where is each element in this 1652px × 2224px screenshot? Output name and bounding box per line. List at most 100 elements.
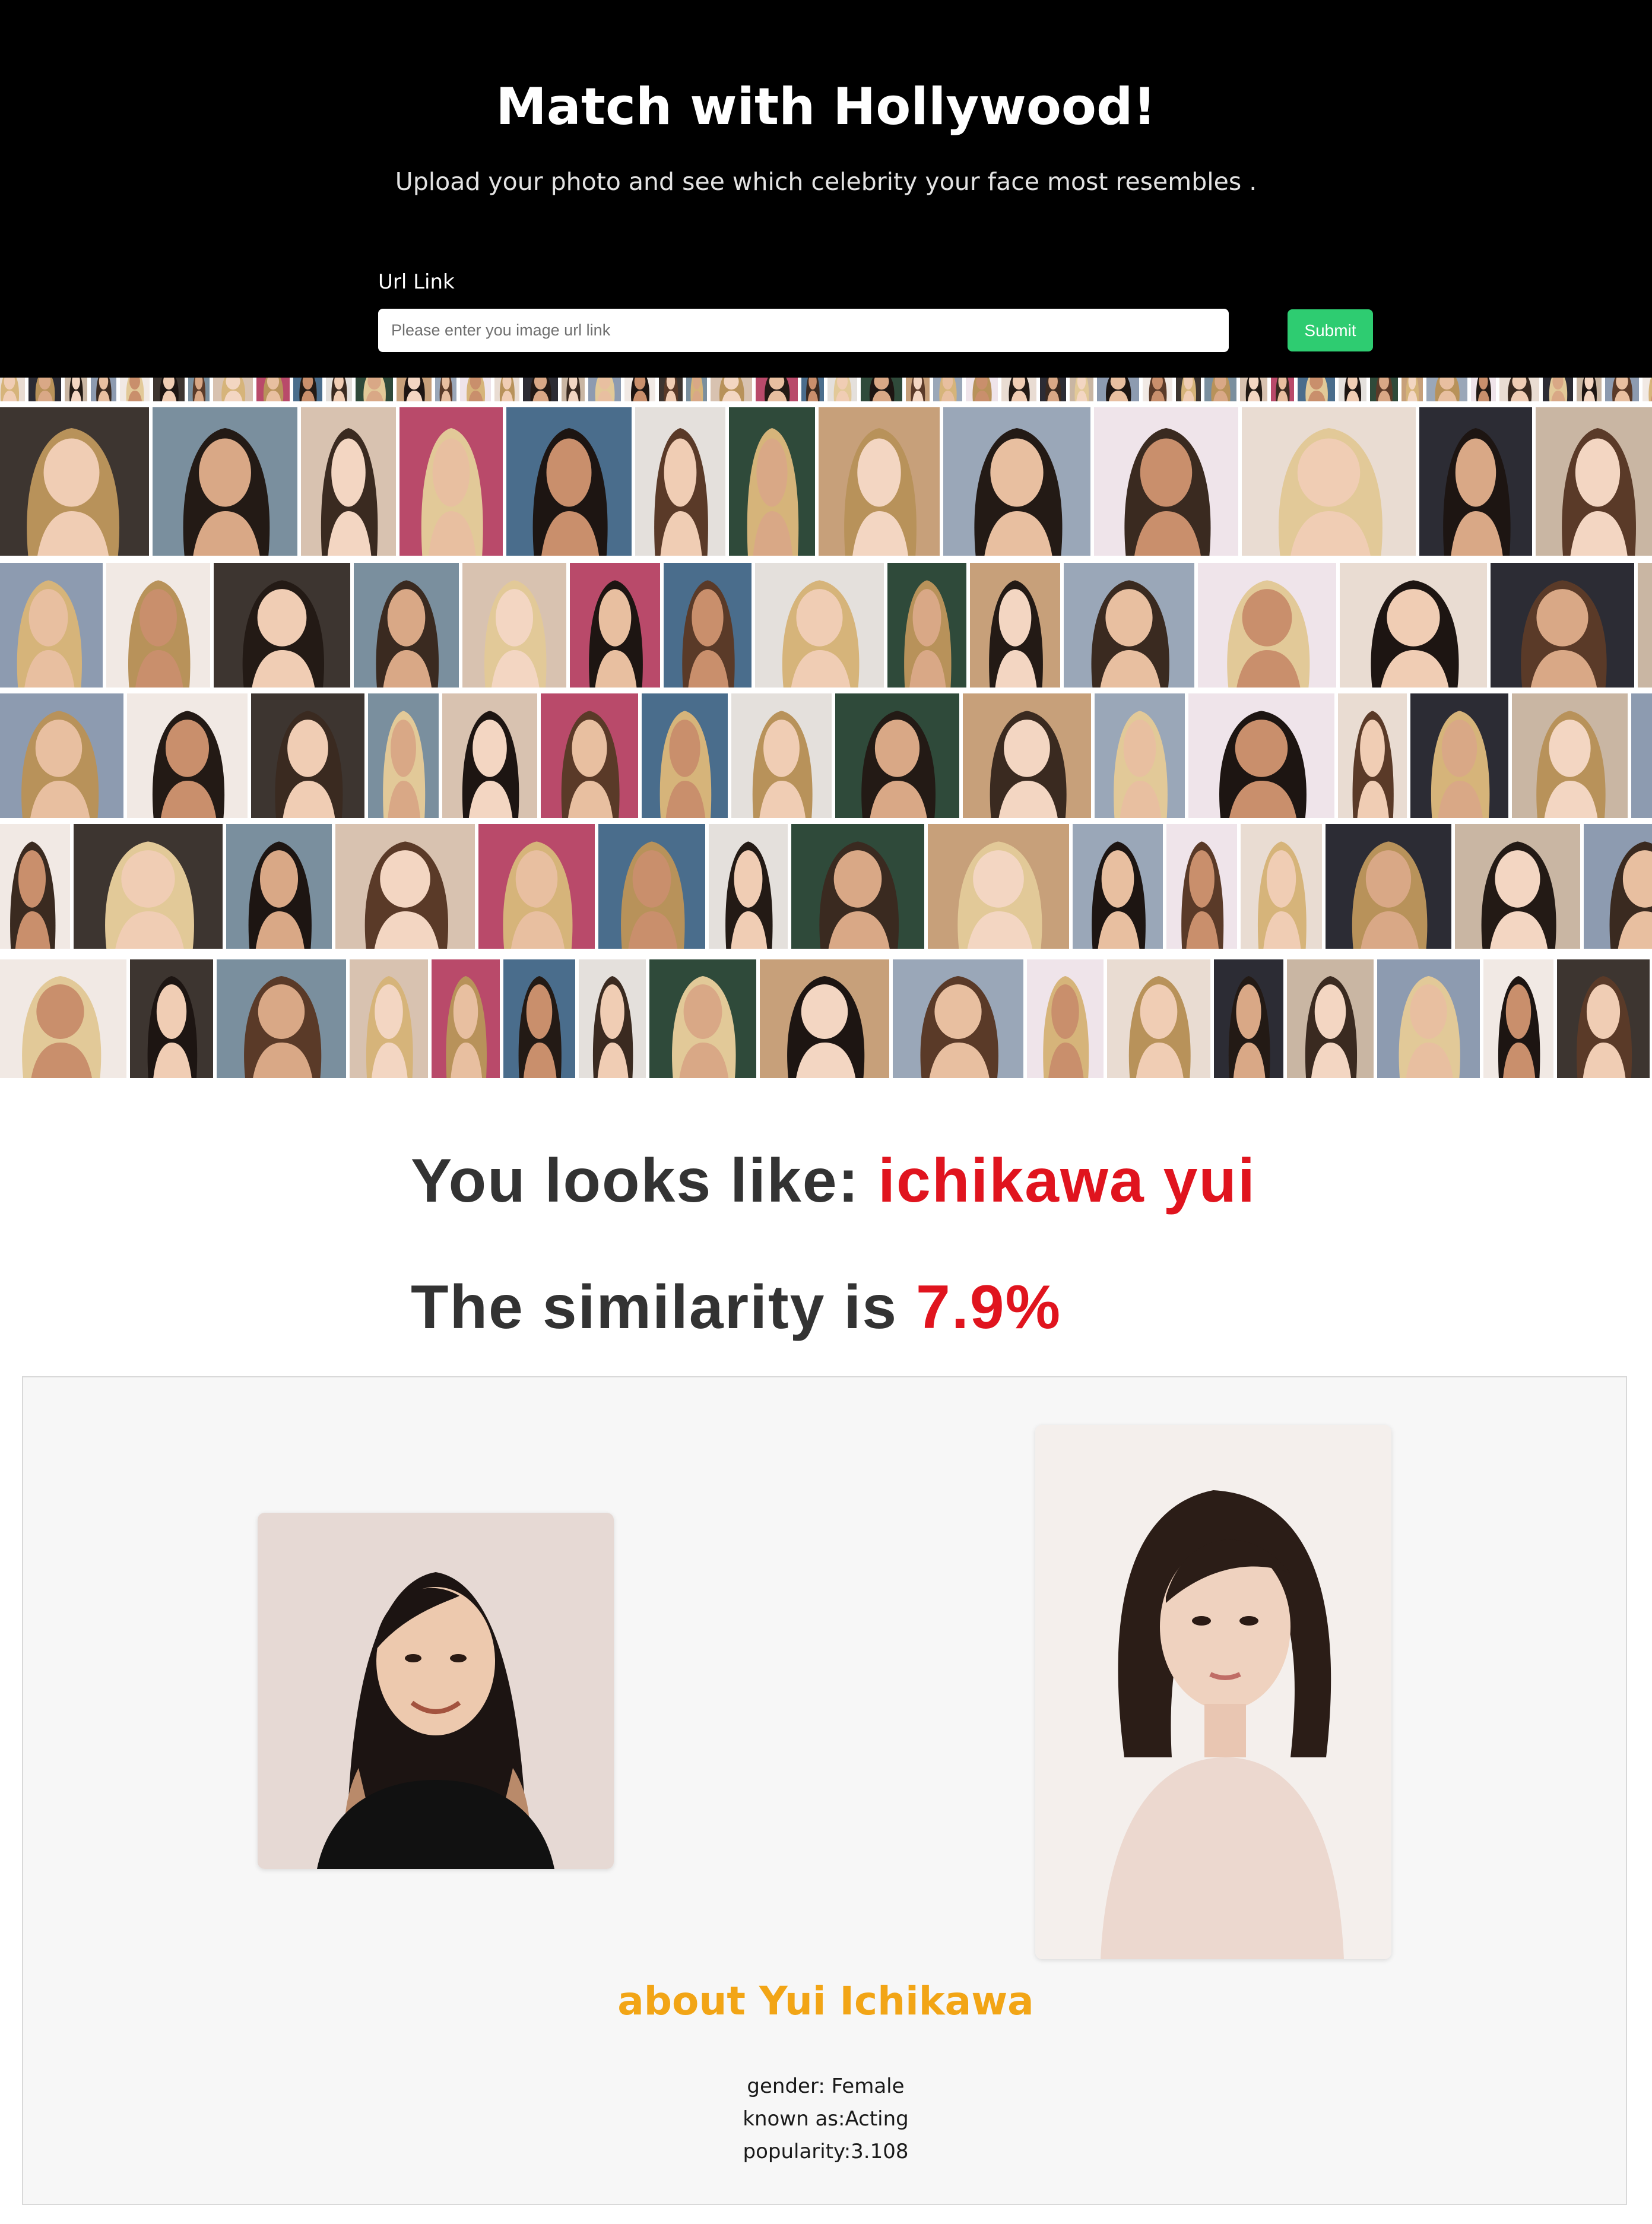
collage-photo: [1166, 824, 1237, 949]
collage-photo: [0, 563, 103, 688]
collage-photo: [1214, 959, 1283, 1078]
similarity-line: The similarity is 7.9%: [411, 1272, 1061, 1343]
collage-photo: [827, 378, 857, 401]
collage-photo: [251, 693, 364, 818]
collage-photo: [1410, 693, 1508, 818]
collage-photo: [966, 378, 998, 401]
collage-photo: [503, 959, 575, 1078]
collage-photo: [861, 378, 902, 401]
collage-photo: [0, 693, 123, 818]
collage-photo: [729, 407, 815, 556]
collage-photo: [570, 563, 660, 688]
collage-photo: [1471, 378, 1496, 401]
collage-photo: [1455, 824, 1580, 949]
collage-photo: [1198, 563, 1336, 688]
collage-photo: [1419, 407, 1532, 556]
collage-photo: [1298, 378, 1335, 401]
info-known-as: known as:Acting: [743, 2107, 909, 2131]
collage-photo: [65, 378, 87, 401]
collage-photo: [326, 378, 352, 401]
collage-photo: [1483, 959, 1553, 1078]
collage-photo: [1070, 378, 1093, 401]
collage-photo: [188, 378, 210, 401]
collage-photo: [1040, 378, 1066, 401]
collage-photo: [0, 959, 126, 1078]
page-subtitle: Upload your photo and see which celebrit…: [395, 167, 1257, 196]
collage-photo: [835, 693, 959, 818]
collage-photo: [1557, 959, 1650, 1078]
collage-photo: [120, 378, 150, 401]
match-result-line: You looks like: ichikawa yui: [411, 1146, 1256, 1216]
collage-photo: [106, 563, 210, 688]
collage-photo: [153, 407, 297, 556]
collage-photo: [442, 693, 537, 818]
collage-photo: [0, 407, 149, 556]
collage-photo: [887, 563, 966, 688]
collage-photo: [368, 693, 439, 818]
collage-photo: [256, 378, 290, 401]
collage-photo: [335, 824, 475, 949]
collage-photo: [1242, 407, 1416, 556]
collage-photo: [1577, 378, 1602, 401]
collage-photo: [397, 378, 432, 401]
collage-photo: [478, 824, 595, 949]
collage-photo: [579, 959, 646, 1078]
collage-photo: [1326, 824, 1451, 949]
collage-photo: [1426, 378, 1467, 401]
info-popularity: popularity:3.108: [743, 2140, 909, 2163]
collage-photo: [1094, 407, 1238, 556]
collage-photo: [1095, 693, 1185, 818]
collage-photo: [791, 824, 924, 949]
collage-photo: [588, 378, 621, 401]
collage-photo: [649, 959, 756, 1078]
collage-photo: [1543, 378, 1573, 401]
collage-photo: [460, 378, 491, 401]
collage-photo: [1271, 378, 1294, 401]
collage-photo: [1584, 824, 1652, 949]
collage-photo: [1188, 693, 1334, 818]
collage-photo: [1287, 959, 1374, 1078]
collage-photo: [963, 693, 1091, 818]
collage-photo: [399, 407, 503, 556]
collage-photo: [0, 824, 70, 949]
collage-photo: [214, 563, 350, 688]
collage-photo: [1241, 824, 1322, 949]
collage-photo: [928, 824, 1069, 949]
collage-photo: [127, 693, 248, 818]
collage-photo: [1340, 563, 1487, 688]
collage-photo: [1605, 378, 1639, 401]
url-label: Url Link: [378, 270, 455, 294]
collage-photo: [28, 378, 61, 401]
collage-photo: [686, 378, 707, 401]
collage-photo: [1240, 378, 1267, 401]
submit-button[interactable]: Submit: [1288, 309, 1373, 351]
collage-photo: [1073, 824, 1163, 949]
comparison-card: about Yui Ichikawa gender: Female known …: [22, 1376, 1627, 2205]
collage-photo: [217, 959, 346, 1078]
collage-photo: [642, 693, 728, 818]
collage-photo: [301, 407, 396, 556]
celebrity-photo: [1035, 1425, 1391, 1959]
collage-photo: [755, 563, 884, 688]
collage-photo: [906, 378, 930, 401]
collage-photo: [541, 693, 638, 818]
collage-photo: [756, 378, 798, 401]
collage-photo: [709, 824, 788, 949]
collage-photo: [893, 959, 1023, 1078]
url-input[interactable]: [378, 309, 1229, 352]
page-title: Match with Hollywood!: [496, 77, 1156, 137]
collage-photo: [1631, 693, 1652, 818]
collage-photo: [354, 563, 459, 688]
collage-photo: [153, 378, 185, 401]
collage-photo: [1638, 563, 1652, 688]
collage-photo: [1643, 378, 1652, 401]
collage-photo: [0, 378, 25, 401]
collage-photo: [1401, 378, 1423, 401]
collage-photo: [226, 824, 332, 949]
collage-photo: [213, 378, 253, 401]
collage-photo: [1107, 959, 1210, 1078]
collage-photo: [293, 378, 322, 401]
collage-photo: [635, 407, 725, 556]
collage-photo: [562, 378, 585, 401]
collage-photo: [1377, 959, 1480, 1078]
